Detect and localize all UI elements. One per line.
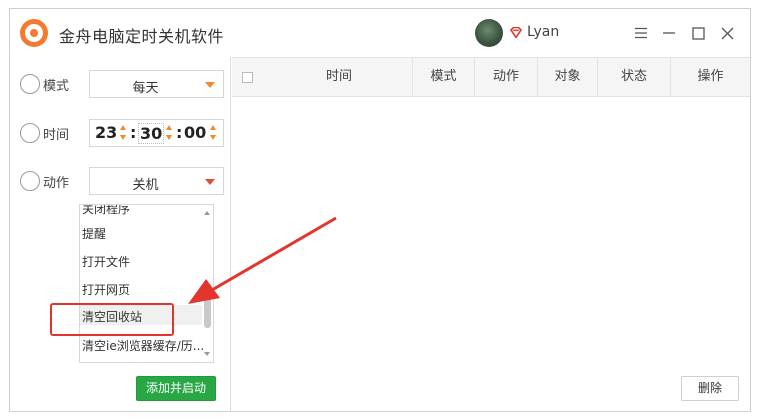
clock-icon: [20, 123, 40, 143]
time-row: 时间 23 : 30 : 00: [20, 119, 230, 147]
close-icon: [721, 27, 733, 39]
task-table-header: 时间 模式 动作 对象 状态 操作: [232, 57, 750, 97]
avatar[interactable]: [475, 19, 503, 47]
annotation-highlight-box: [50, 303, 174, 336]
hour-stepper-icon[interactable]: [120, 125, 128, 143]
column-header-action[interactable]: 动作: [474, 58, 537, 96]
action-select[interactable]: 关机: [89, 167, 224, 195]
mode-label: 模式: [43, 79, 70, 94]
chevron-down-icon: [205, 82, 215, 88]
time-separator: :: [176, 123, 183, 142]
dropdown-item-open-file[interactable]: 打开文件: [82, 253, 130, 270]
username[interactable]: Lyan: [527, 24, 559, 40]
action-select-value: 关机: [132, 178, 159, 193]
mode-select[interactable]: 每天: [89, 70, 224, 98]
dropdown-item-clear-ie-cache[interactable]: 清空ie浏览器缓存/历...: [82, 337, 204, 354]
minute-stepper-icon[interactable]: [166, 125, 174, 143]
second-field[interactable]: 00: [184, 123, 206, 142]
close-button[interactable]: [716, 22, 738, 44]
action-label: 动作: [43, 176, 70, 191]
column-header-mode[interactable]: 模式: [412, 58, 474, 96]
dropdown-item-close-program[interactable]: 关闭程序: [82, 205, 130, 217]
menu-button[interactable]: [630, 22, 652, 44]
column-header-status[interactable]: 状态: [597, 58, 670, 96]
dropdown-item-open-webpage[interactable]: 打开网页: [82, 281, 130, 298]
vip-diamond-icon: [510, 27, 522, 38]
minute-field[interactable]: 30: [138, 123, 165, 144]
scroll-down-icon[interactable]: [204, 352, 210, 356]
column-header-operation[interactable]: 操作: [670, 58, 750, 96]
menu-icon: [635, 27, 647, 39]
add-and-start-button[interactable]: 添加并启动: [136, 376, 216, 401]
hour-field[interactable]: 23: [95, 123, 117, 142]
scroll-thumb[interactable]: [204, 283, 211, 328]
app-window: 金舟电脑定时关机软件 Lyan 模式 每天 时间 23: 30: 00 动作…: [9, 8, 751, 412]
app-logo-icon: [20, 19, 48, 47]
dropdown-item-reminder[interactable]: 提醒: [82, 225, 106, 242]
action-dropdown-list[interactable]: 关闭程序 提醒 打开文件 打开网页 清空回收站 清空ie浏览器缓存/历...: [79, 204, 214, 363]
minimize-button[interactable]: [658, 22, 680, 44]
minimize-icon: [663, 32, 675, 34]
maximize-button[interactable]: [687, 22, 709, 44]
alarm-clock-icon: [20, 74, 40, 94]
wrench-icon: [20, 171, 40, 191]
select-all-checkbox[interactable]: [242, 72, 253, 83]
task-form-panel: 模式 每天 时间 23 : 30 : 00 动作 关机 关闭程序 提醒 打开文件…: [10, 57, 231, 411]
time-separator: :: [130, 123, 137, 142]
chevron-down-icon: [205, 179, 215, 185]
mode-row: 模式 每天: [20, 70, 230, 98]
action-row: 动作 关机: [20, 167, 230, 195]
maximize-icon: [691, 26, 705, 40]
dropdown-scrollbar[interactable]: [201, 205, 213, 362]
title-bar: 金舟电脑定时关机软件 Lyan: [10, 9, 750, 57]
scroll-up-icon[interactable]: [204, 211, 210, 215]
column-header-time[interactable]: 时间: [266, 58, 412, 96]
column-header-target[interactable]: 对象: [537, 58, 597, 96]
app-title: 金舟电脑定时关机软件: [59, 27, 225, 46]
mode-select-value: 每天: [132, 81, 159, 96]
time-label: 时间: [43, 128, 70, 143]
second-stepper-icon[interactable]: [210, 125, 218, 143]
delete-button[interactable]: 删除: [681, 376, 739, 401]
time-input[interactable]: 23 : 30 : 00: [89, 119, 224, 147]
